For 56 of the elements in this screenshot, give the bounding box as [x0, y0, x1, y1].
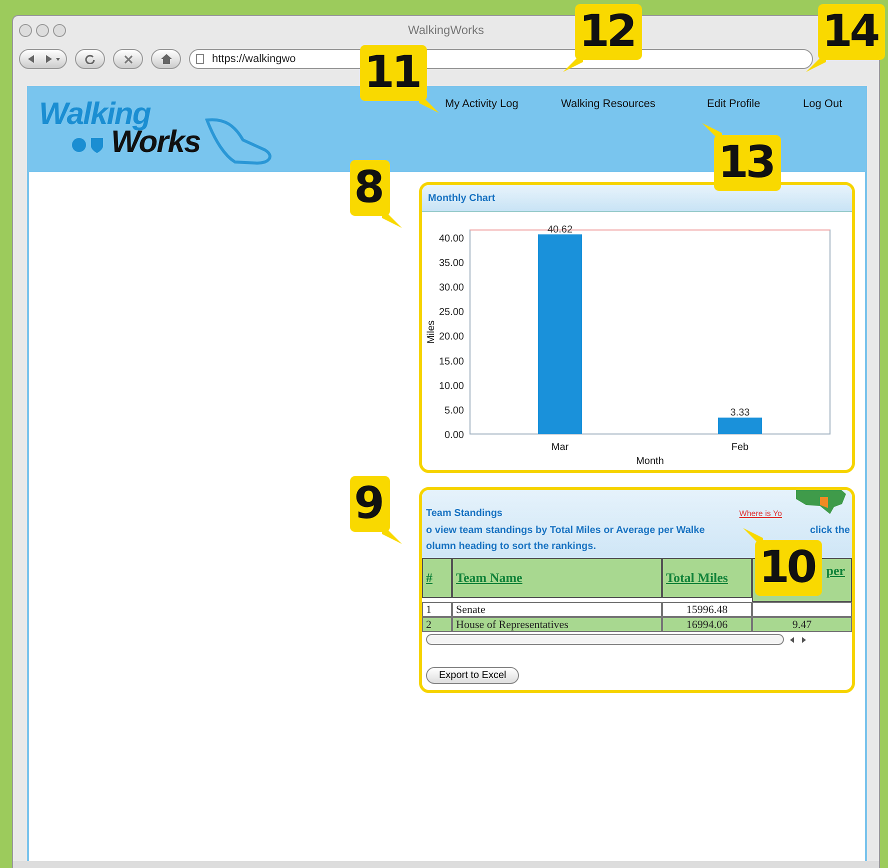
x-axis-label: Month: [636, 456, 664, 467]
home-icon: [160, 54, 172, 64]
scrollbar[interactable]: [426, 634, 784, 645]
callout-tooltip: 12: [563, 4, 642, 72]
table-cell: House of Representatives: [452, 617, 662, 632]
table-cell: 16994.06: [662, 617, 752, 632]
callout-tooltip: 13: [702, 123, 782, 191]
x-tick-label: Mar: [551, 442, 569, 453]
nav-link[interactable]: Edit Profile: [707, 98, 803, 110]
group-link[interactable]: Where is Yo: [739, 507, 782, 521]
reload-button[interactable]: [75, 49, 105, 69]
y-tick-label: 20.00: [438, 332, 464, 343]
back-forward-icon: [26, 54, 60, 64]
zoom-button[interactable]: [53, 24, 66, 37]
y-tick-label: 0.00: [444, 430, 464, 441]
table-cell: Senate: [452, 602, 662, 617]
scroll-arrows-icon: [788, 636, 808, 644]
back-forward-button[interactable]: [19, 49, 67, 69]
stop-button[interactable]: [113, 49, 143, 69]
callout-tooltip: 11: [360, 45, 440, 113]
table-cell: 1: [422, 602, 452, 617]
y-axis-label: Miles: [426, 320, 437, 344]
y-tick-label: 5.00: [444, 405, 464, 416]
close-button[interactable]: [19, 24, 32, 37]
nav-link[interactable]: My Activity Log: [445, 98, 561, 110]
callout-tooltip: 14: [806, 4, 886, 72]
y-tick-label: 30.00: [438, 282, 464, 294]
instruction-text: click the: [810, 524, 850, 538]
y-tick-label: 40.00: [438, 233, 464, 244]
y-tick-label: 10.00: [438, 380, 464, 392]
home-button[interactable]: [151, 49, 181, 69]
callout-tooltip: 9: [350, 476, 402, 544]
data-label: 3.33: [730, 408, 750, 419]
y-tick-label: 25.00: [438, 307, 464, 318]
nav-link[interactable]: Log Out: [803, 98, 863, 110]
callout-tooltip: 8: [350, 160, 402, 228]
address-text: https://walkingwo: [212, 53, 296, 65]
data-label: 40.62: [547, 224, 573, 236]
minimize-button[interactable]: [36, 24, 49, 37]
page-icon: [196, 54, 204, 64]
y-tick-label: 35.00: [438, 258, 464, 269]
window-title: WalkingWorks: [408, 23, 484, 37]
export-button[interactable]: Export to Excel: [426, 667, 520, 684]
instruction-text: olumn heading to sort the rankings.: [426, 541, 596, 552]
nav-link[interactable]: Walking Resources: [561, 98, 707, 110]
reload-icon: [85, 54, 95, 64]
panel-title: Team Standings: [426, 507, 502, 521]
table-cell: 15996.48: [662, 602, 752, 617]
close-icon: [124, 54, 132, 64]
panel-title: Monthly Chart: [428, 192, 496, 204]
bar: [718, 418, 762, 434]
instruction-text: o view team standings by Total Miles or Average per Walke: [426, 524, 705, 538]
table-cell: 9.47: [752, 617, 852, 632]
x-tick-label: Feb: [731, 442, 749, 453]
y-tick-label: 15.00: [438, 356, 464, 368]
table-cell: 2: [422, 617, 452, 632]
